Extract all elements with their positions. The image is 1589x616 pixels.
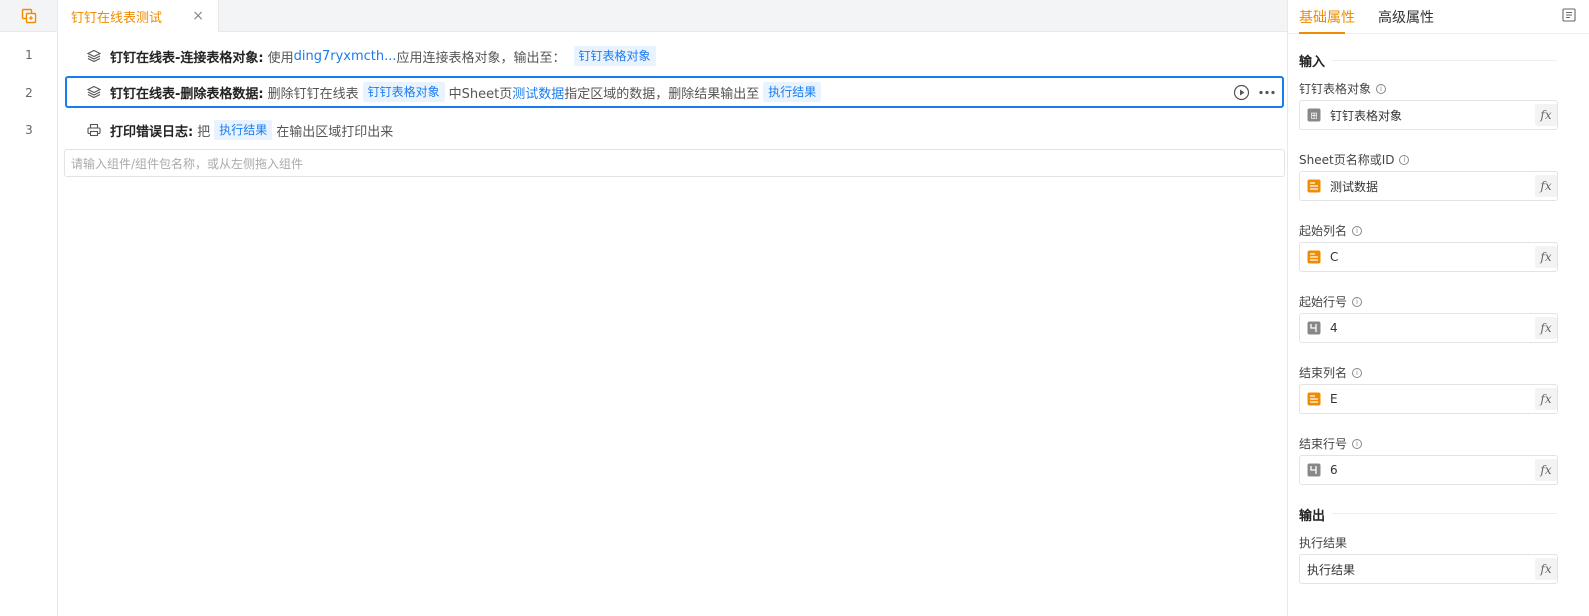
info-icon[interactable]: i (1352, 367, 1363, 378)
execution-result-field[interactable]: 执行结果 fx (1299, 554, 1558, 584)
field-label: 执行结果 (1299, 536, 1348, 550)
output-section-title: 输出 (1299, 509, 1326, 524)
info-icon[interactable]: i (1352, 438, 1363, 449)
number-type-icon (1307, 463, 1321, 477)
sheet-name-field[interactable]: 测试数据 fx (1299, 171, 1558, 201)
step-title: 钉钉在线表-删除表格数据: (110, 86, 264, 102)
printer-icon (86, 122, 102, 138)
text-type-icon (1307, 250, 1321, 264)
start-column-field[interactable]: C fx (1299, 242, 1558, 272)
text-type-icon (1307, 179, 1321, 193)
close-icon[interactable]: × (192, 8, 204, 24)
sheet-link[interactable]: 测试数据 (512, 83, 564, 102)
fx-icon[interactable]: fx (1535, 246, 1557, 268)
fx-icon[interactable]: fx (1535, 558, 1557, 580)
info-icon[interactable]: i (1376, 83, 1387, 94)
search-placeholder: 请输入组件/组件包名称，或从左侧拖入组件 (71, 156, 304, 171)
divider (1332, 513, 1557, 514)
field-label: 结束行号 i (1299, 435, 1363, 452)
layers-icon (86, 84, 102, 100)
text-type-icon (1307, 392, 1321, 406)
flow-step-delete[interactable]: 钉钉在线表-删除表格数据: 删除钉钉在线表 钉钉表格对象 中Sheet页 测试数… (65, 76, 1284, 108)
component-library-icon[interactable] (21, 8, 37, 24)
field-label: 起始列名 i (1299, 222, 1363, 239)
step-text: 指定区域的数据，删除结果输出至 (564, 86, 760, 102)
step-text: 在输出区域打印出来 (276, 124, 394, 140)
object-type-icon: ⊞ (1307, 108, 1321, 122)
divider (1332, 60, 1557, 61)
field-label: 起始行号 i (1299, 293, 1363, 310)
app-link[interactable]: ding7ryxmcth... (294, 49, 397, 64)
field-value: 测试数据 (1330, 179, 1379, 194)
svg-text:⊞: ⊞ (1310, 112, 1318, 122)
tab-advanced-properties[interactable]: 高级属性 (1378, 7, 1434, 27)
fx-icon[interactable]: fx (1535, 175, 1557, 197)
number-type-icon (1307, 321, 1321, 335)
step-text: 把 (197, 124, 211, 140)
line-number: 3 (25, 123, 33, 137)
tab-basic-properties[interactable]: 基础属性 (1299, 7, 1355, 27)
fx-icon[interactable]: fx (1535, 317, 1557, 339)
line-number: 1 (25, 48, 33, 62)
step-text: 删除钉钉在线表 (267, 86, 359, 102)
active-tab-indicator (1299, 32, 1345, 34)
info-icon[interactable]: i (1352, 225, 1363, 236)
fx-icon[interactable]: fx (1535, 459, 1557, 481)
field-value: E (1330, 392, 1338, 406)
editor-area: 钉钉在线表测试 × 1 2 3 钉钉在线表-连接表格对象: 使用 ding7ry… (0, 0, 1287, 616)
flow-step-print-log[interactable]: 打印错误日志: 把 执行结果 在输出区域打印出来 (65, 114, 1284, 146)
field-value: 4 (1330, 321, 1338, 335)
panel-toggle-icon[interactable] (1562, 8, 1576, 22)
field-label: Sheet页名称或ID i (1299, 151, 1410, 168)
step-title: 打印错误日志: (110, 124, 194, 140)
field-value: 6 (1330, 463, 1338, 477)
variable-tag[interactable]: 执行结果 (763, 82, 822, 102)
component-search-input[interactable]: 请输入组件/组件包名称，或从左侧拖入组件 (64, 149, 1285, 177)
end-row-field[interactable]: 6 fx (1299, 455, 1558, 485)
more-icon[interactable] (1258, 84, 1276, 101)
field-value: 执行结果 (1307, 562, 1356, 577)
field-label: 钉钉表格对象 i (1299, 80, 1387, 97)
dingtalk-table-object-field[interactable]: ⊞ 钉钉表格对象 fx (1299, 100, 1558, 130)
line-gutter: 1 2 3 (0, 32, 58, 616)
info-icon[interactable]: i (1352, 296, 1363, 307)
variable-tag[interactable]: 执行结果 (214, 120, 273, 140)
step-text: 使用 (267, 50, 294, 66)
info-icon[interactable]: i (1399, 154, 1410, 165)
field-label: 结束列名 i (1299, 364, 1363, 381)
row-actions (1233, 84, 1276, 101)
tab-title: 钉钉在线表测试 (71, 10, 163, 26)
step-text: 应用连接表格对象，输出至： (396, 50, 566, 66)
tab-dingtalk-test[interactable]: 钉钉在线表测试 × (58, 0, 219, 32)
gutter-header[interactable] (0, 0, 58, 32)
run-icon[interactable] (1233, 84, 1250, 101)
input-section-title: 输入 (1299, 55, 1326, 70)
field-value: C (1330, 250, 1339, 264)
field-value: 钉钉表格对象 (1330, 108, 1403, 123)
properties-panel: 基础属性 高级属性 输入 钉钉表格对象 i ⊞ 钉钉表格对象 fx Sheet页名… (1287, 0, 1589, 616)
panel-tabs: 基础属性 高级属性 (1288, 0, 1589, 34)
step-text: 中Sheet页 (448, 86, 513, 102)
end-column-field[interactable]: E fx (1299, 384, 1558, 414)
step-title: 钉钉在线表-连接表格对象: (110, 50, 264, 66)
variable-tag[interactable]: 钉钉表格对象 (573, 46, 656, 66)
start-row-field[interactable]: 4 fx (1299, 313, 1558, 343)
fx-icon[interactable]: fx (1535, 104, 1557, 126)
line-number: 2 (25, 86, 33, 100)
flow-step-connect[interactable]: 钉钉在线表-连接表格对象: 使用 ding7ryxmcth... 应用连接表格对… (65, 40, 1284, 72)
fx-icon[interactable]: fx (1535, 388, 1557, 410)
variable-tag[interactable]: 钉钉表格对象 (362, 82, 445, 102)
layers-icon (86, 48, 102, 64)
